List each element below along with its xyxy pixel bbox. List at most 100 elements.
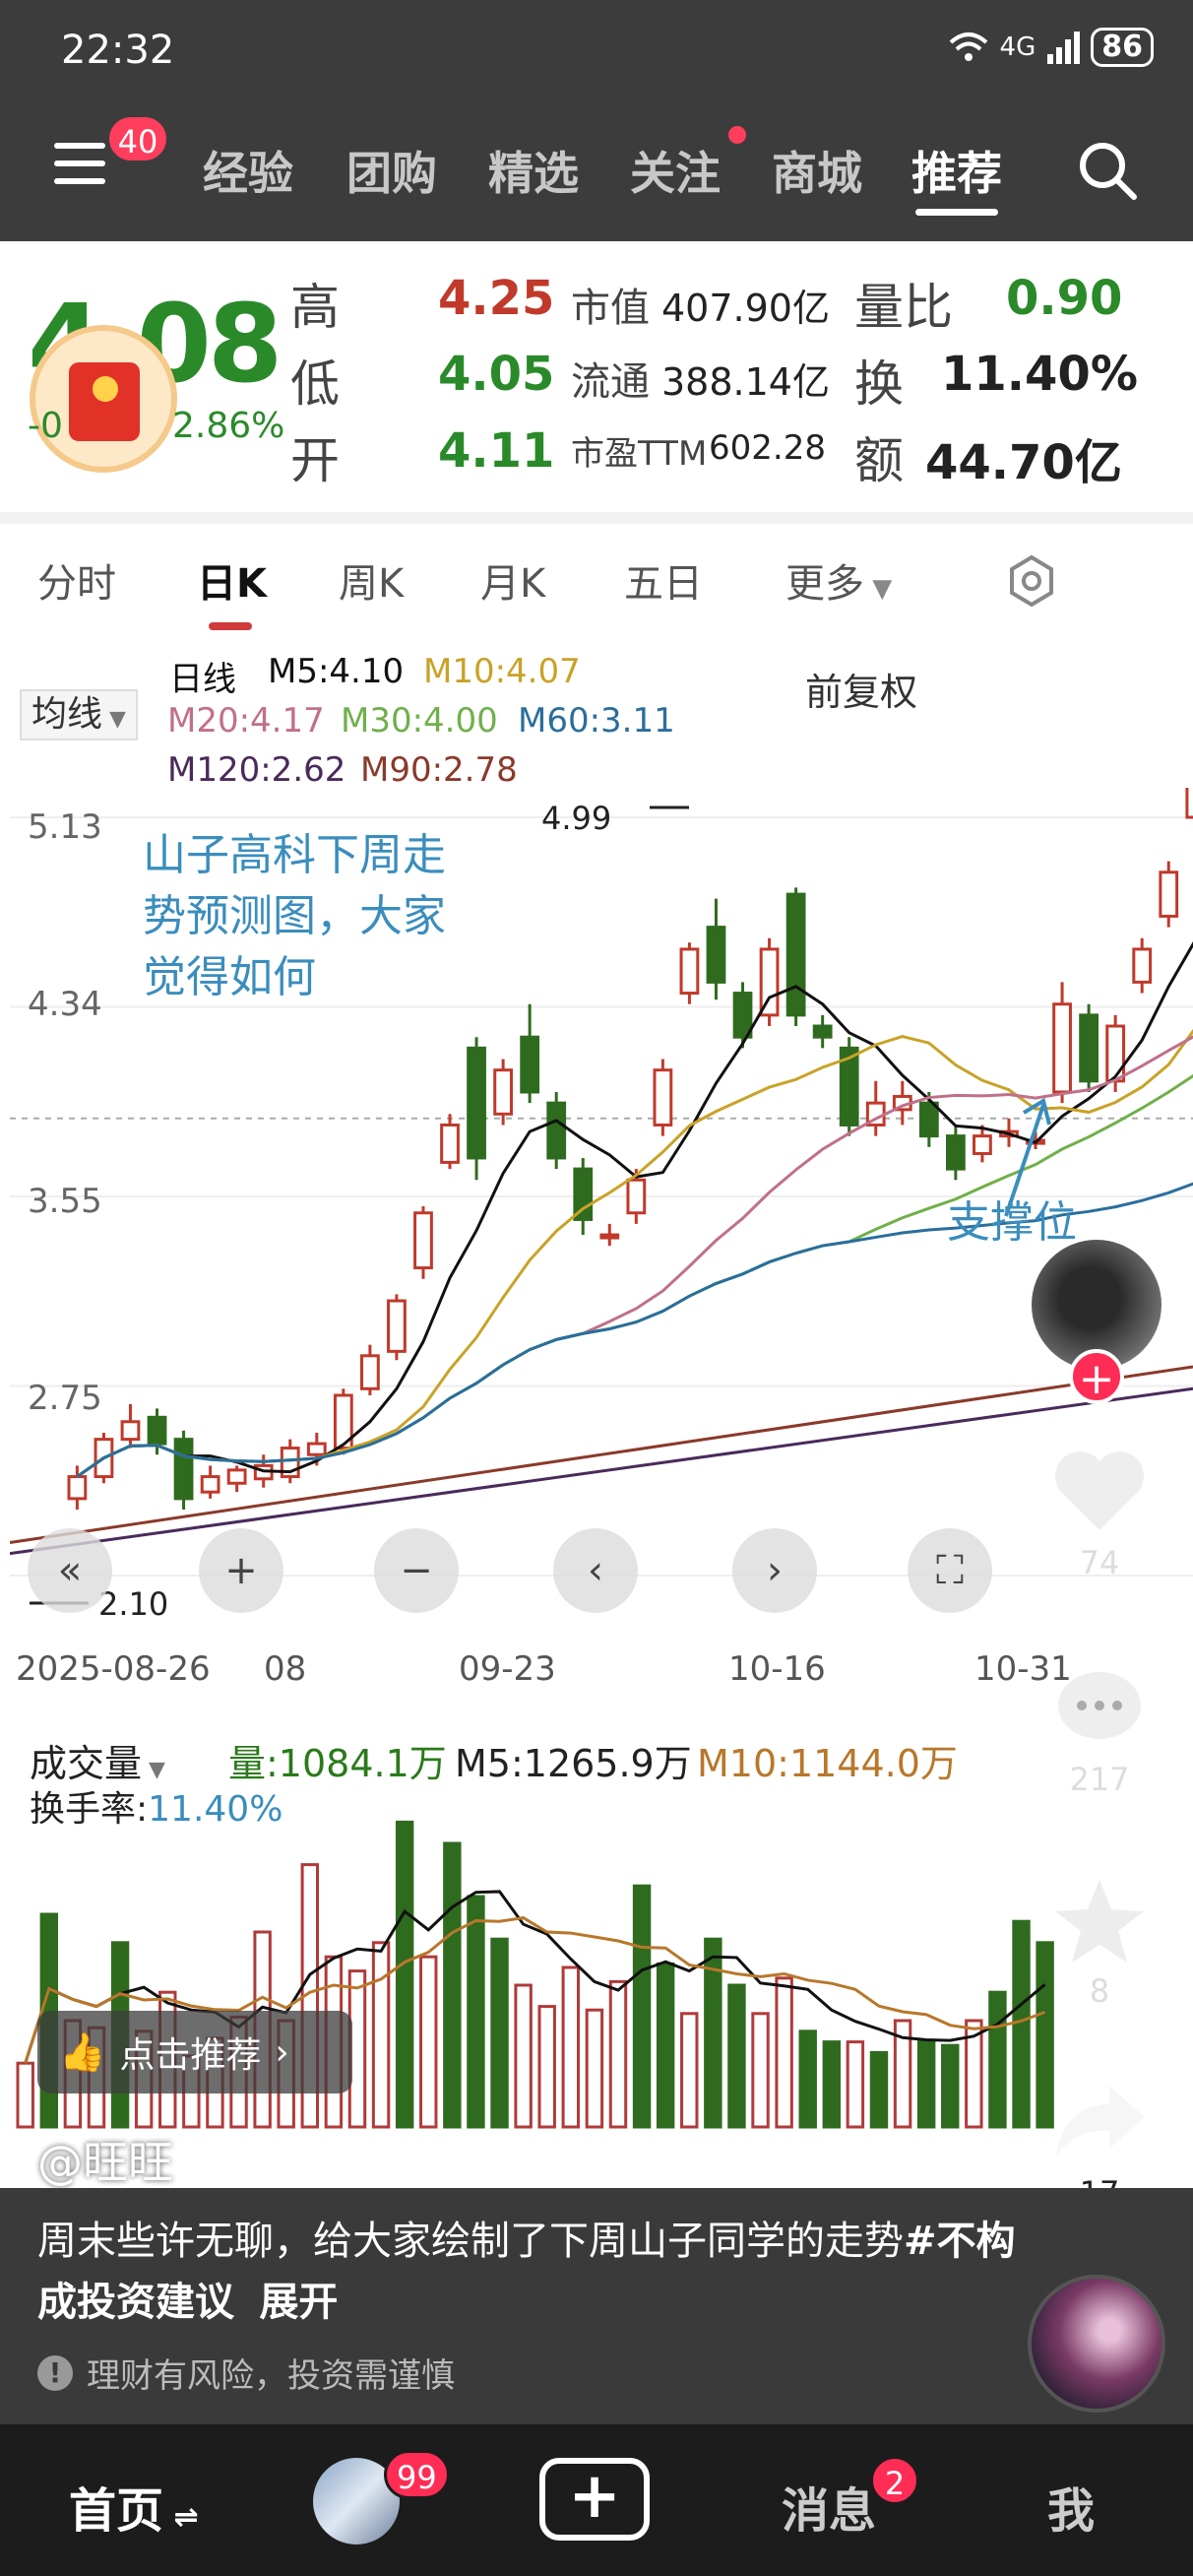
candle-body <box>467 1046 486 1160</box>
comment-icon <box>1058 1672 1141 1739</box>
volume-bar <box>916 2040 936 2129</box>
volume-bar <box>16 2061 34 2129</box>
volume-bar <box>798 2029 817 2129</box>
candle-body <box>173 1438 194 1501</box>
tab-tuangou[interactable]: 团购 <box>346 138 437 203</box>
turnover-rate: 换手率:11.40% <box>30 1780 283 1832</box>
candle-body <box>493 1068 513 1116</box>
signal-icon <box>1047 32 1081 64</box>
float-value: 388.14亿 <box>661 360 830 404</box>
candle-body <box>546 1101 567 1160</box>
ma60-label: M60:3.11 <box>518 701 675 741</box>
x-tick-label: 08 <box>264 1649 307 1689</box>
tab-five-day[interactable]: 五日 <box>624 551 703 609</box>
volume-bar <box>846 2040 865 2129</box>
scroll-right-icon[interactable]: › <box>732 1528 817 1613</box>
music-disc[interactable] <box>1028 2275 1165 2413</box>
scroll-left-icon[interactable]: ‹ <box>553 1528 638 1613</box>
candle-body <box>946 1134 966 1171</box>
candle-body <box>120 1420 141 1442</box>
author-name[interactable]: @旺旺 <box>37 2127 173 2192</box>
volume-bar <box>1012 1919 1031 2129</box>
amount-label: 额 <box>854 432 904 489</box>
candle-body <box>306 1442 327 1456</box>
volume-m5: M5:1265.9万 <box>455 1742 692 1785</box>
gear-icon[interactable] <box>1004 553 1059 609</box>
tab-shangcheng[interactable]: 商城 <box>772 138 862 203</box>
float-label: 流通 <box>571 359 650 405</box>
low-value: 4.05 <box>438 347 555 402</box>
pe-value: 602.28 <box>709 428 826 468</box>
like-button[interactable]: 74 <box>1045 1448 1154 1581</box>
create-post-button[interactable]: + <box>539 2458 650 2541</box>
favorite-button[interactable]: 8 <box>1045 1876 1154 2010</box>
tab-daily-k[interactable]: 日K <box>197 551 267 609</box>
volume-bar <box>680 2012 699 2129</box>
ma10-label: M10:4.07 <box>423 652 581 691</box>
volume-value: 量:1084.1万 <box>228 1742 447 1785</box>
volume-bar <box>490 1937 509 2129</box>
tab-home-label: 首页 <box>69 2483 164 2539</box>
tab-messages[interactable]: 消息 <box>782 2472 876 2541</box>
comment-button[interactable]: 217 <box>1045 1664 1154 1798</box>
messages-badge: 2 <box>870 2456 919 2505</box>
candle-body <box>440 1123 460 1164</box>
post-description[interactable]: 周末些许无聊，给大家绘制了下周山子同学的走势#不构成投资建议 展开 <box>37 2211 1022 2333</box>
high-value: 4.25 <box>438 271 555 326</box>
search-icon[interactable] <box>1073 136 1142 205</box>
tab-me[interactable]: 我 <box>1047 2472 1095 2541</box>
section-divider <box>0 512 1193 524</box>
ma-select[interactable]: 均线 ▼ <box>20 689 138 741</box>
fullscreen-icon[interactable]: ⛶ <box>908 1528 992 1613</box>
volume-bar <box>988 1990 1007 2129</box>
candle-body <box>226 1468 247 1485</box>
tab-tuijian[interactable]: 推荐 <box>911 138 1002 203</box>
tab-guanzhu[interactable]: 关注 <box>630 138 721 203</box>
volume-bar <box>419 1955 438 2129</box>
y-tick-label: 4.34 <box>28 985 102 1024</box>
candle-body <box>918 1101 939 1138</box>
tab-more[interactable]: 更多 ▼ <box>785 551 892 609</box>
ma90-label: M90:2.78 <box>360 750 518 790</box>
turnover-rate-value: 11.40% <box>148 1789 283 1830</box>
chevron-down-icon: ▼ <box>102 707 126 732</box>
tab-monthly-k[interactable]: 月K <box>480 551 545 609</box>
volume-select[interactable]: 成交量 ▼ <box>30 1733 165 1787</box>
recommend-button[interactable]: 👍 点击推荐 › <box>37 2011 352 2093</box>
share-icon <box>1056 2086 1145 2157</box>
support-annotation: 支撑位 <box>947 1197 1077 1248</box>
volume-bar <box>561 1965 581 2129</box>
open-value: 4.11 <box>438 423 555 479</box>
expand-link[interactable]: 展开 <box>259 2280 338 2325</box>
candle-body <box>785 892 806 1017</box>
tab-weekly-k[interactable]: 周K <box>339 551 404 609</box>
battery-indicator: 86 <box>1091 28 1154 67</box>
candle-body <box>67 1475 88 1501</box>
volume-bar <box>585 2008 604 2129</box>
zoom-in-icon[interactable]: + <box>199 1528 283 1613</box>
tab-jingxuan[interactable]: 精选 <box>488 138 579 203</box>
pe-label: 市盈TTM <box>571 434 708 474</box>
tab-home[interactable]: 首页 ⇌ <box>69 2472 199 2541</box>
ma120-label: M120:2.62 <box>167 750 346 790</box>
turnover-value: 11.40% <box>941 347 1138 402</box>
candle-body <box>1079 1013 1099 1083</box>
ma5-label: M5:4.10 <box>268 652 405 691</box>
switch-icon: ⇌ <box>163 2500 199 2535</box>
follow-plus-icon[interactable]: + <box>1069 1349 1124 1404</box>
tab-intraday[interactable]: 分时 <box>37 551 116 609</box>
star-icon <box>1055 1880 1144 1963</box>
volume-bar <box>941 2043 960 2129</box>
red-packet-icon[interactable] <box>30 325 177 473</box>
rewind-icon[interactable]: « <box>28 1528 112 1613</box>
price-change-pct: 2.86% <box>172 406 285 446</box>
tab-jingyan[interactable]: 经验 <box>203 138 293 203</box>
candle-body <box>653 1068 673 1127</box>
adjust-label[interactable]: 前复权 <box>805 662 917 716</box>
candle-body <box>1185 788 1193 819</box>
zoom-out-icon[interactable]: − <box>374 1528 459 1613</box>
menu-icon[interactable] <box>54 143 105 188</box>
high-label: 高 <box>290 279 340 336</box>
chevron-down-icon: ▼ <box>864 574 893 604</box>
volume-select-label: 成交量 <box>30 1742 143 1785</box>
